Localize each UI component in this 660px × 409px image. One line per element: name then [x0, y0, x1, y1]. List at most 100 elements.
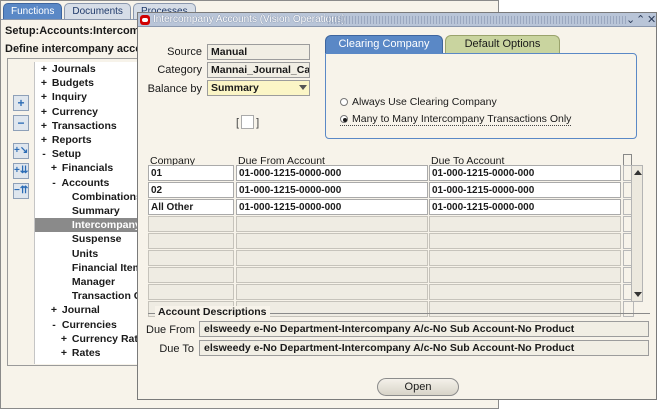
tree-item[interactable]: + Currency	[35, 105, 98, 119]
tree-item-label: Units	[71, 247, 99, 260]
cell-company[interactable]: 02	[148, 182, 234, 198]
empty-cell[interactable]	[148, 250, 234, 266]
tab-documents[interactable]: Documents	[64, 3, 131, 19]
empty-cell[interactable]	[429, 233, 621, 249]
expand-node-icon: +	[60, 332, 68, 345]
collapse-node-icon: -	[42, 148, 46, 161]
tab-clearing-company-usage[interactable]: Clearing Company Usage	[325, 35, 443, 67]
row-selector[interactable]	[623, 301, 634, 317]
tree-item[interactable]: Manager	[35, 275, 115, 289]
tree-item-label: Financials	[61, 162, 114, 175]
radio-off-icon	[340, 98, 348, 106]
accounts-grid: 01 01-000-1215-0000-000 01-000-1215-0000-0…	[148, 165, 634, 317]
column-folder-icon[interactable]	[623, 154, 632, 165]
expand-node-icon: +	[40, 105, 48, 118]
tree-item-label: Currencies	[61, 318, 117, 331]
tree-item[interactable]: - Setup	[35, 147, 81, 161]
chevron-down-icon	[299, 85, 307, 90]
due-from-label: Due From	[146, 324, 195, 336]
cell-due-to[interactable]: 01-000-1215-0000-000	[429, 165, 621, 181]
tree-item-label: Budgets	[51, 77, 94, 90]
empty-cell[interactable]	[148, 216, 234, 232]
tab-functions[interactable]: Functions	[3, 3, 63, 19]
empty-cell[interactable]	[429, 216, 621, 232]
empty-cell[interactable]	[236, 250, 428, 266]
cell-due-from[interactable]: 01-000-1215-0000-000	[236, 165, 428, 181]
tree-item-label: Currency	[51, 105, 99, 118]
scroll-up-icon[interactable]	[634, 170, 642, 175]
minimize-icon[interactable]: ⌄	[626, 13, 635, 26]
tree-item[interactable]: Financial Items	[35, 261, 148, 275]
tree-item-label: Manager	[71, 276, 116, 288]
window-title: Intercompany Accounts (Vision Operations…	[153, 14, 346, 25]
category-field[interactable]: Mannai_Journal_Cate	[207, 62, 310, 78]
tree-item[interactable]: + Inquiry	[35, 90, 87, 104]
expand-all-icon[interactable]: +⇊	[13, 163, 29, 179]
cell-due-to[interactable]: 01-000-1215-0000-000	[429, 182, 621, 198]
empty-cell[interactable]	[236, 216, 428, 232]
expand-node-icon: +	[40, 119, 48, 132]
radio-many-to-many[interactable]: Many to Many Intercompany Transactions O…	[340, 113, 572, 126]
grid-scrollbar[interactable]	[631, 165, 643, 302]
balance-by-value: Summary	[211, 82, 259, 94]
radio-label: Many to Many Intercompany Transactions O…	[352, 113, 572, 125]
tree-item[interactable]: + Budgets	[35, 76, 94, 90]
empty-cell[interactable]	[148, 233, 234, 249]
collapse-all-icon[interactable]: −⇈	[13, 183, 29, 199]
radio-always-use-clearing[interactable]: Always Use Clearing Company	[340, 96, 497, 108]
cell-due-from[interactable]: 01-000-1215-0000-000	[236, 182, 428, 198]
close-icon[interactable]: ✕	[647, 13, 656, 26]
due-to-label: Due To	[159, 343, 194, 355]
collapse-node-icon: -	[52, 318, 56, 331]
balance-by-select[interactable]: Summary	[207, 80, 310, 96]
expand-node-icon: +	[60, 347, 68, 359]
tree-item[interactable]: + Journal	[35, 303, 100, 317]
open-button[interactable]: Open	[377, 378, 459, 396]
expand-node-icon: +	[40, 63, 48, 75]
tree-item[interactable]: Combinations	[35, 190, 142, 204]
tree-item[interactable]: + Reports	[35, 133, 92, 147]
radio-label: Always Use Clearing Company	[352, 96, 497, 108]
tree-item[interactable]: Units	[35, 247, 98, 261]
cell-due-from[interactable]: 01-000-1215-0000-000	[236, 199, 428, 215]
empty-cell[interactable]	[429, 267, 621, 283]
empty-cell[interactable]	[429, 301, 621, 317]
tab-default-options[interactable]: Default Options	[445, 35, 560, 53]
tree-item-label: Accounts	[61, 176, 110, 189]
cell-company[interactable]: All Other	[148, 199, 234, 215]
tree-item[interactable]: + Transactions	[35, 119, 117, 133]
empty-cell[interactable]	[236, 267, 428, 283]
cell-company[interactable]: 01	[148, 165, 234, 181]
tree-item[interactable]: + Financials	[35, 161, 113, 175]
window-titlebar[interactable]: Intercompany Accounts (Vision Operations…	[138, 13, 656, 27]
tree-item[interactable]: Summary	[35, 204, 120, 218]
flexfield-icon	[241, 115, 255, 129]
tree-item[interactable]: - Currencies	[35, 318, 117, 332]
empty-cell[interactable]	[236, 233, 428, 249]
tree-item[interactable]: Suspense	[35, 232, 122, 246]
tree-item[interactable]: - Accounts	[35, 176, 109, 190]
options-tabs: Clearing Company Usage Default Options A…	[325, 35, 637, 139]
empty-cell[interactable]	[148, 284, 234, 300]
account-descriptions-title: Account Descriptions	[155, 306, 270, 318]
expand-node-icon: +	[50, 304, 58, 317]
titlebar-grip	[328, 16, 626, 24]
empty-cell[interactable]	[429, 250, 621, 266]
tree-item-label: Setup	[51, 148, 82, 161]
tree-item-label: Rates	[71, 347, 101, 359]
empty-cell[interactable]	[148, 267, 234, 283]
expand-icon[interactable]: +	[13, 95, 29, 111]
tree-item[interactable]: + Currency Rates	[35, 332, 150, 346]
expand-branch-icon[interactable]: +↘	[13, 143, 29, 159]
empty-cell[interactable]	[429, 284, 621, 300]
tree-item[interactable]: + Rates	[35, 346, 101, 360]
collapse-icon[interactable]: −	[13, 115, 29, 131]
flexfield-box[interactable]: []	[236, 115, 259, 129]
tree-item[interactable]: + Journals	[35, 62, 96, 76]
balance-by-label: Balance by	[147, 83, 202, 95]
scroll-down-icon[interactable]	[634, 292, 642, 297]
source-field[interactable]: Manual	[207, 44, 310, 60]
empty-cell[interactable]	[236, 284, 428, 300]
maximize-icon[interactable]: ⌃	[636, 13, 645, 26]
cell-due-to[interactable]: 01-000-1215-0000-000	[429, 199, 621, 215]
